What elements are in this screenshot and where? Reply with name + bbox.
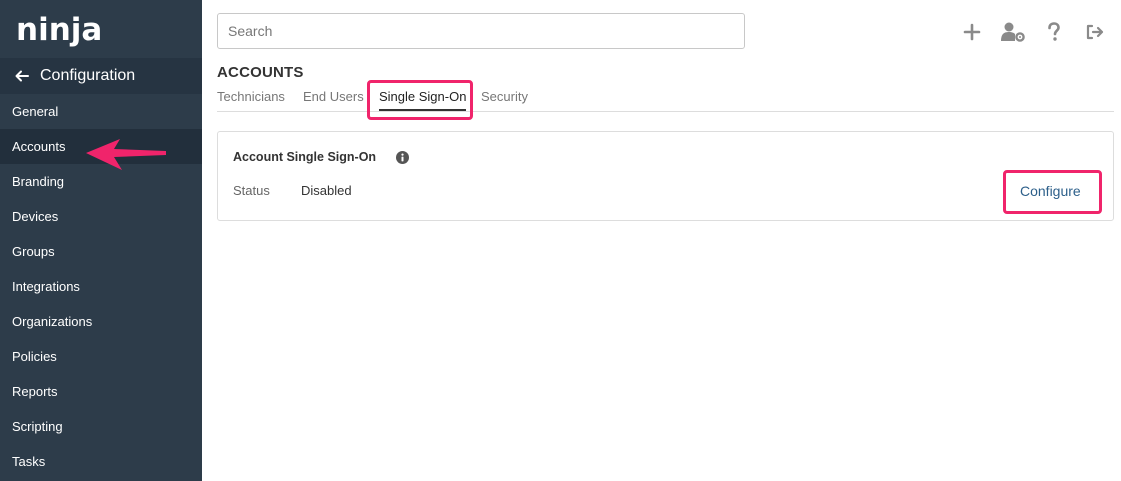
active-tab-underline (379, 109, 467, 111)
config-title: Configuration (40, 67, 136, 84)
annotation-arrow (86, 139, 166, 170)
user-settings-icon (1000, 22, 1025, 42)
search-input[interactable] (217, 13, 745, 49)
tab-end-users[interactable]: End Users (303, 89, 364, 105)
page-title: ACCOUNTS (217, 64, 304, 81)
help-button[interactable] (1033, 20, 1074, 44)
configure-link[interactable]: Configure (1020, 183, 1081, 199)
sso-card: Account Single Sign-On Status Disabled C… (217, 131, 1114, 221)
sidebar-item-integrations[interactable]: Integrations (0, 269, 202, 304)
sidebar-item-general[interactable]: General (0, 94, 202, 129)
sidebar-item-policies[interactable]: Policies (0, 339, 202, 374)
status-value: Disabled (301, 183, 352, 198)
top-toolbar (951, 20, 1115, 44)
status-label: Status (233, 183, 270, 198)
sidebar-item-scripting[interactable]: Scripting (0, 409, 202, 444)
sidebar: ninja Configuration General Accounts Bra… (0, 0, 202, 481)
sidebar-item-tasks[interactable]: Tasks (0, 444, 202, 479)
sidebar-item-reports[interactable]: Reports (0, 374, 202, 409)
plus-icon (963, 23, 980, 41)
info-icon[interactable] (396, 151, 409, 164)
tab-technicians[interactable]: Technicians (217, 89, 285, 105)
sso-card-title: Account Single Sign-On (233, 150, 377, 164)
user-settings-button[interactable] (992, 20, 1033, 44)
config-header: Configuration (0, 58, 202, 94)
logout-button[interactable] (1074, 20, 1115, 44)
tab-single-sign-on[interactable]: Single Sign-On (379, 89, 467, 111)
help-icon (1047, 22, 1060, 41)
tab-bar: Technicians End Users Single Sign-On Sec… (217, 89, 1114, 112)
back-arrow-icon[interactable] (14, 68, 30, 84)
ninja-logo[interactable]: ninja (16, 12, 102, 48)
sidebar-item-organizations[interactable]: Organizations (0, 304, 202, 339)
sidebar-item-groups[interactable]: Groups (0, 234, 202, 269)
sidebar-item-devices[interactable]: Devices (0, 199, 202, 234)
logout-icon (1086, 24, 1103, 40)
tab-single-sign-on-label: Single Sign-On (379, 89, 467, 104)
add-button[interactable] (951, 20, 992, 44)
tab-security[interactable]: Security (481, 89, 528, 105)
